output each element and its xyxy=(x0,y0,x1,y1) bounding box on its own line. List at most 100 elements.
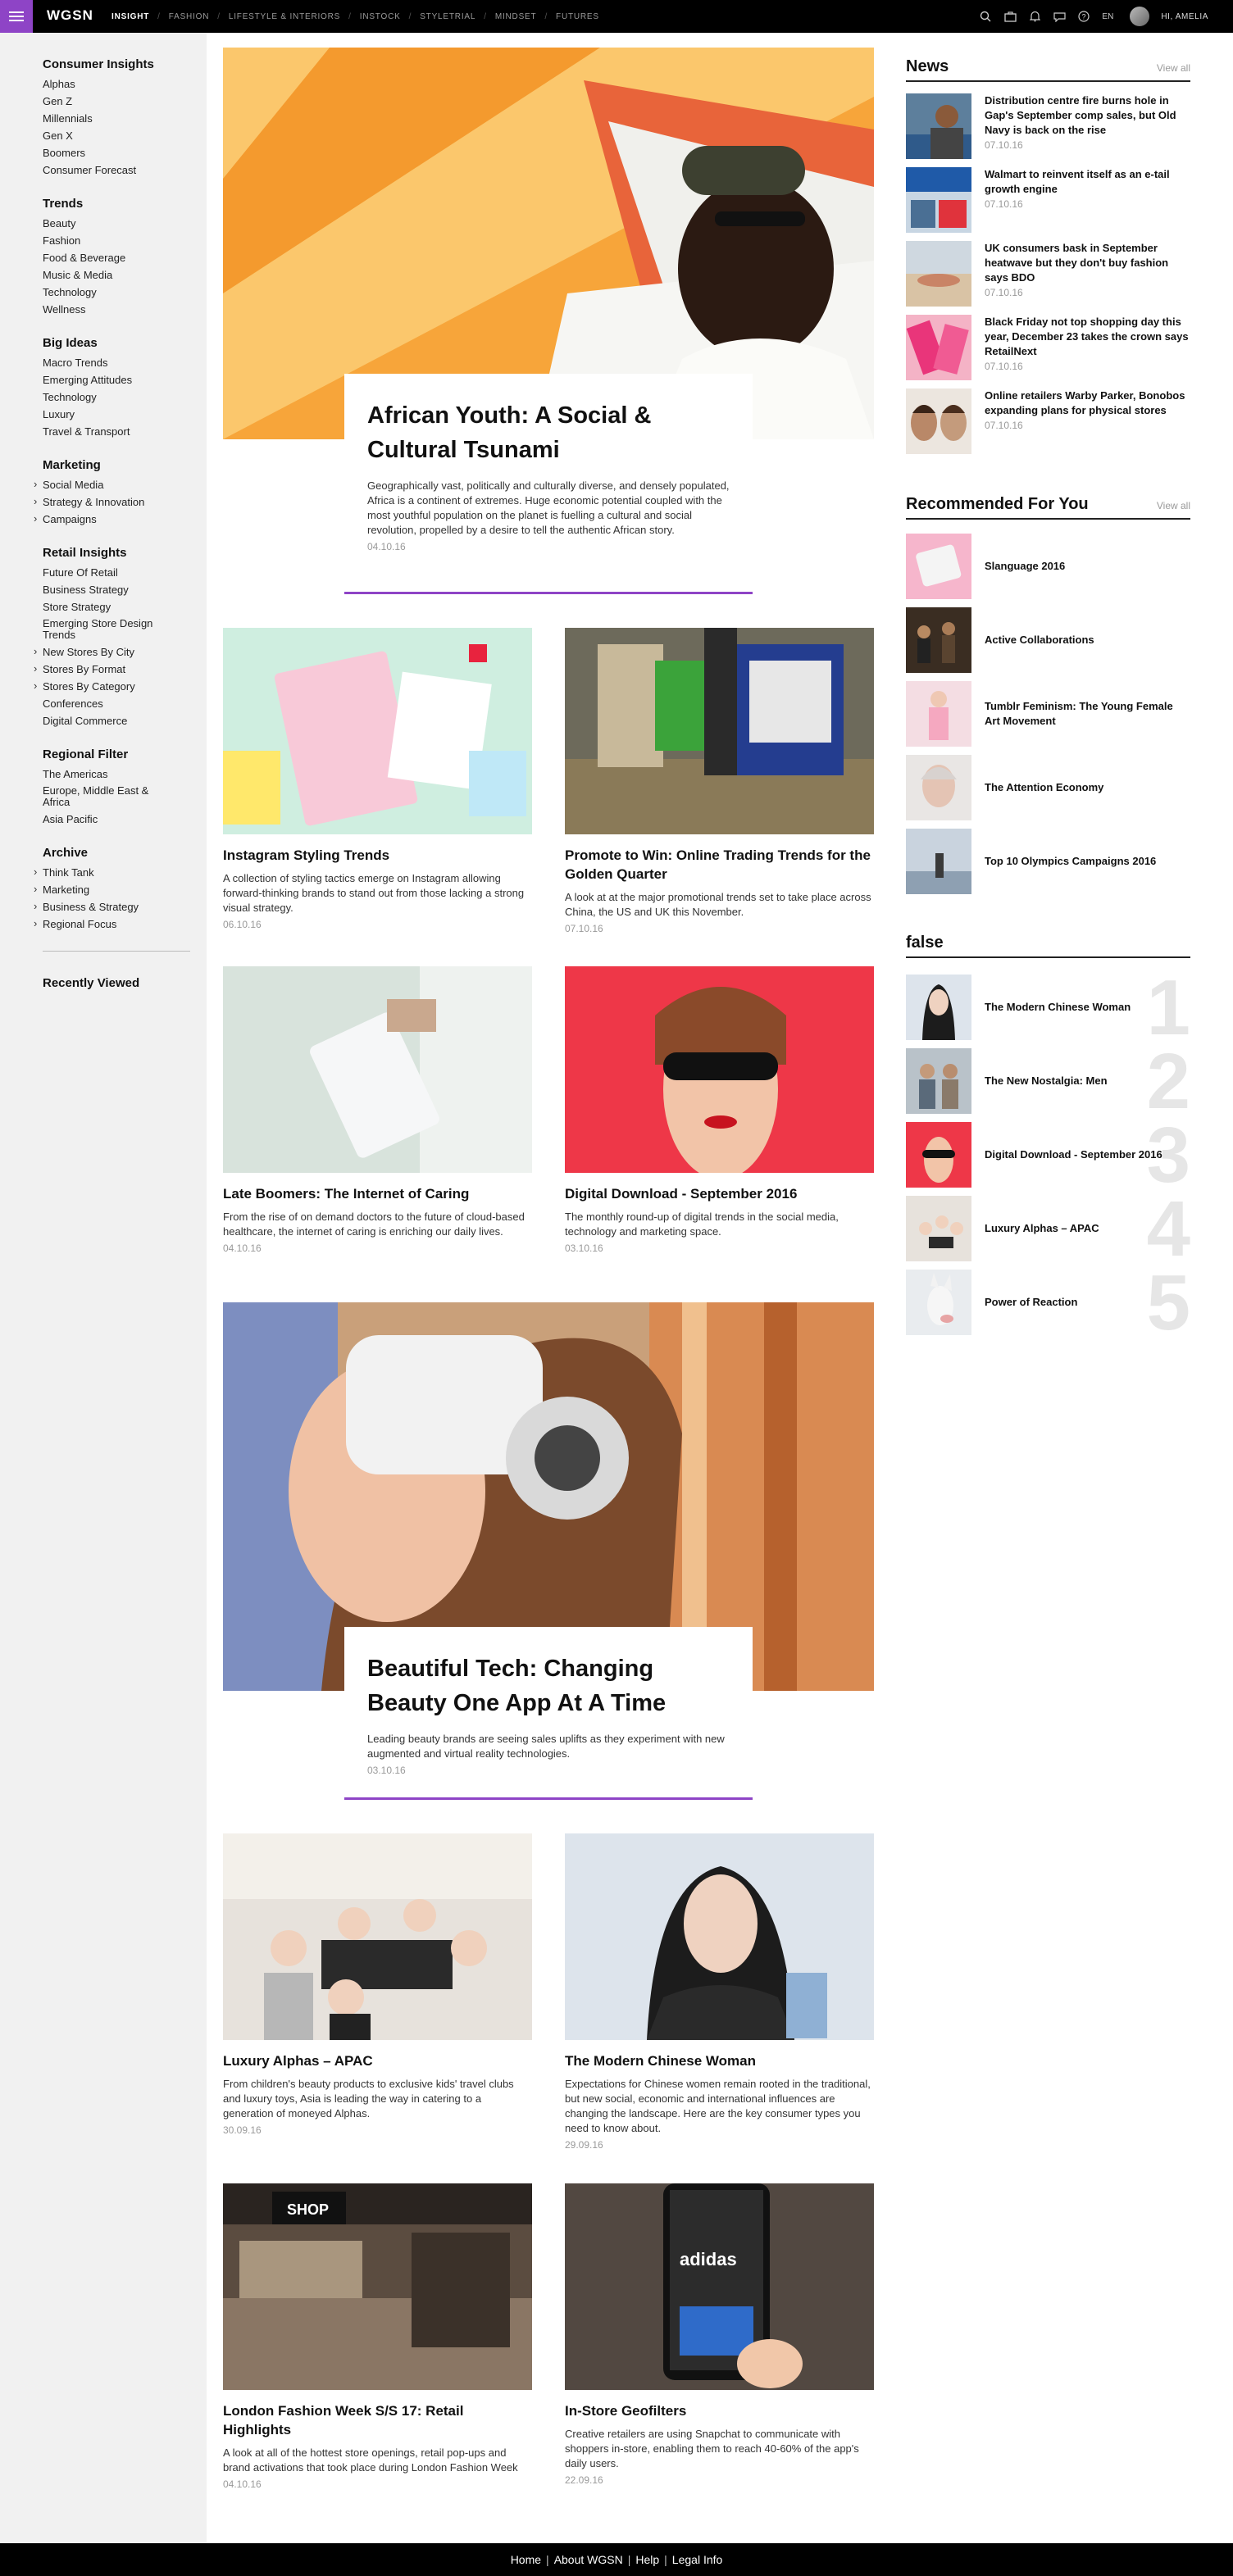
recommended-title[interactable]: Active Collaborations xyxy=(985,607,1190,673)
sidebar-item-luxury[interactable]: Luxury xyxy=(43,406,182,423)
recommended-thumbnail[interactable] xyxy=(906,681,971,747)
sidebar-item-campaigns[interactable]: Campaigns xyxy=(34,511,182,528)
footer-link-legal[interactable]: Legal Info xyxy=(672,2553,723,2566)
nav-insight[interactable]: INSIGHT xyxy=(111,12,150,36)
sidebar-item-stores-by-format[interactable]: Stores By Format xyxy=(34,661,182,678)
sidebar-heading[interactable]: Big Ideas xyxy=(43,336,207,350)
popular-thumbnail[interactable] xyxy=(906,1048,971,1114)
sidebar-item-gen-z[interactable]: Gen Z xyxy=(43,93,182,110)
news-thumbnail[interactable] xyxy=(906,315,971,380)
news-item[interactable]: Online retailers Warby Parker, Bonobos e… xyxy=(906,388,1190,454)
sidebar-item-macro-trends[interactable]: Macro Trends xyxy=(43,354,182,371)
popular-item[interactable]: 1 The Modern Chinese Woman xyxy=(906,969,1190,1047)
footer-link-about[interactable]: About WGSN xyxy=(554,2553,623,2566)
recommended-item[interactable]: Tumblr Feminism: The Young Female Art Mo… xyxy=(906,681,1190,747)
recommended-thumbnail[interactable] xyxy=(906,755,971,820)
recommended-thumbnail[interactable] xyxy=(906,607,971,673)
sidebar-item-business-strategy[interactable]: Business Strategy xyxy=(43,581,182,598)
news-title[interactable]: UK consumers bask in September heatwave … xyxy=(985,241,1190,285)
news-thumbnail[interactable] xyxy=(906,241,971,307)
sidebar-item-store-strategy[interactable]: Store Strategy xyxy=(43,598,182,616)
sidebar-item-travel-transport[interactable]: Travel & Transport xyxy=(43,423,182,440)
news-item[interactable]: UK consumers bask in September heatwave … xyxy=(906,241,1190,307)
article-image-promote-to-win[interactable] xyxy=(565,628,874,834)
article-image-modern-chinese-woman[interactable] xyxy=(565,1833,874,2040)
sidebar-item-business-strategy[interactable]: Business & Strategy xyxy=(34,898,182,915)
article-card[interactable]: Late Boomers: The Internet of Caring Fro… xyxy=(223,966,532,1254)
popular-item[interactable]: 3 Digital Download - September 2016 xyxy=(906,1116,1190,1195)
sidebar-item-social-media[interactable]: Social Media xyxy=(34,476,182,493)
sidebar-item-food-beverage[interactable]: Food & Beverage xyxy=(43,249,182,266)
article-card[interactable]: Instagram Styling Trends A collection of… xyxy=(223,628,532,930)
news-item[interactable]: Distribution centre fire burns hole in G… xyxy=(906,93,1190,159)
popular-thumbnail[interactable] xyxy=(906,975,971,1040)
article-card[interactable]: Digital Download - September 2016 The mo… xyxy=(565,966,874,1254)
sidebar-heading[interactable]: Trends xyxy=(43,197,207,211)
popular-title[interactable]: Power of Reaction xyxy=(985,1270,1190,1335)
popular-item[interactable]: 5 Power of Reaction xyxy=(906,1264,1190,1343)
news-title[interactable]: Black Friday not top shopping day this y… xyxy=(985,315,1190,359)
sidebar-heading[interactable]: Marketing xyxy=(43,458,207,472)
news-title[interactable]: Distribution centre fire burns hole in G… xyxy=(985,93,1190,138)
article-title[interactable]: London Fashion Week S/S 17: Retail Highl… xyxy=(223,2401,532,2439)
popular-title[interactable]: The New Nostalgia: Men xyxy=(985,1048,1190,1114)
popular-thumbnail[interactable] xyxy=(906,1270,971,1335)
briefcase-icon[interactable] xyxy=(1003,10,1017,23)
recommended-title[interactable]: Tumblr Feminism: The Young Female Art Mo… xyxy=(985,681,1190,747)
sidebar-item-digital-commerce[interactable]: Digital Commerce xyxy=(43,712,182,729)
popular-item[interactable]: 4 Luxury Alphas – APAC xyxy=(906,1190,1190,1269)
article-title[interactable]: Instagram Styling Trends xyxy=(223,846,532,865)
sidebar-heading[interactable]: Archive xyxy=(43,846,207,860)
hero-card-african-youth[interactable]: African Youth: A Social & Cultural Tsuna… xyxy=(344,374,753,582)
sidebar-item-regional-focus[interactable]: Regional Focus xyxy=(34,915,182,933)
sidebar-item-alphas[interactable]: Alphas xyxy=(43,75,182,93)
sidebar-item-beauty[interactable]: Beauty xyxy=(43,215,182,232)
recommended-title[interactable]: Slanguage 2016 xyxy=(985,534,1190,599)
popular-title[interactable]: The Modern Chinese Woman xyxy=(985,975,1190,1040)
recommended-title[interactable]: Top 10 Olympics Campaigns 2016 xyxy=(985,829,1190,894)
sidebar-item-technology[interactable]: Technology xyxy=(43,388,182,406)
footer-link-home[interactable]: Home xyxy=(511,2553,541,2566)
logo[interactable]: WGSN xyxy=(47,7,93,24)
news-thumbnail[interactable] xyxy=(906,93,971,159)
popular-item[interactable]: 2 The New Nostalgia: Men xyxy=(906,1043,1190,1121)
recommended-thumbnail[interactable] xyxy=(906,829,971,894)
sidebar-item-americas[interactable]: The Americas xyxy=(43,766,182,783)
article-title[interactable]: In-Store Geofilters xyxy=(565,2401,874,2420)
menu-icon[interactable] xyxy=(0,0,33,33)
user-name[interactable]: HI, AMELIA xyxy=(1161,12,1208,21)
news-thumbnail[interactable] xyxy=(906,388,971,454)
article-card[interactable]: The Modern Chinese Woman Expectations fo… xyxy=(565,1833,874,2151)
sidebar-heading[interactable]: Consumer Insights xyxy=(43,57,207,71)
recommended-view-all-link[interactable]: View all xyxy=(1157,500,1190,511)
nav-mindset[interactable]: MINDSET xyxy=(495,12,537,21)
search-icon[interactable] xyxy=(979,10,992,23)
sidebar-item-new-stores-by-city[interactable]: New Stores By City xyxy=(34,643,182,661)
news-item[interactable]: Walmart to reinvent itself as an e-tail … xyxy=(906,167,1190,233)
sidebar-item-stores-by-category[interactable]: Stores By Category xyxy=(34,678,182,695)
recommended-title[interactable]: The Attention Economy xyxy=(985,755,1190,820)
hero-title[interactable]: African Youth: A Social & Cultural Tsuna… xyxy=(367,398,730,467)
news-thumbnail[interactable] xyxy=(906,167,971,233)
article-title[interactable]: Digital Download - September 2016 xyxy=(565,1184,874,1203)
nav-styletrial[interactable]: STYLETRIAL xyxy=(420,12,475,21)
article-title[interactable]: Promote to Win: Online Trading Trends fo… xyxy=(565,846,874,884)
footer-link-help[interactable]: Help xyxy=(635,2553,659,2566)
avatar[interactable] xyxy=(1130,7,1150,26)
article-card[interactable]: adidas In-Store Geofilters Creative reta… xyxy=(565,2183,874,2486)
nav-futures[interactable]: FUTURES xyxy=(556,12,599,21)
sidebar-item-think-tank[interactable]: Think Tank xyxy=(34,864,182,881)
article-image-instore-geofilters[interactable]: adidas xyxy=(565,2183,874,2390)
sidebar-item-fashion[interactable]: Fashion xyxy=(43,232,182,249)
recommended-thumbnail[interactable] xyxy=(906,534,971,599)
chat-icon[interactable] xyxy=(1053,10,1066,23)
nav-lifestyle-interiors[interactable]: LIFESTYLE & INTERIORS xyxy=(229,12,340,21)
article-title[interactable]: The Modern Chinese Woman xyxy=(565,2051,874,2070)
article-card[interactable]: SHOP London Fashion Week S/S 17: Retail … xyxy=(223,2183,532,2490)
article-image-luxury-alphas[interactable] xyxy=(223,1833,532,2040)
news-item[interactable]: Black Friday not top shopping day this y… xyxy=(906,315,1190,380)
popular-thumbnail[interactable] xyxy=(906,1196,971,1261)
sidebar-item-future-of-retail[interactable]: Future Of Retail xyxy=(43,564,182,581)
recommended-item[interactable]: Slanguage 2016 xyxy=(906,534,1190,599)
bell-icon[interactable] xyxy=(1028,10,1041,23)
